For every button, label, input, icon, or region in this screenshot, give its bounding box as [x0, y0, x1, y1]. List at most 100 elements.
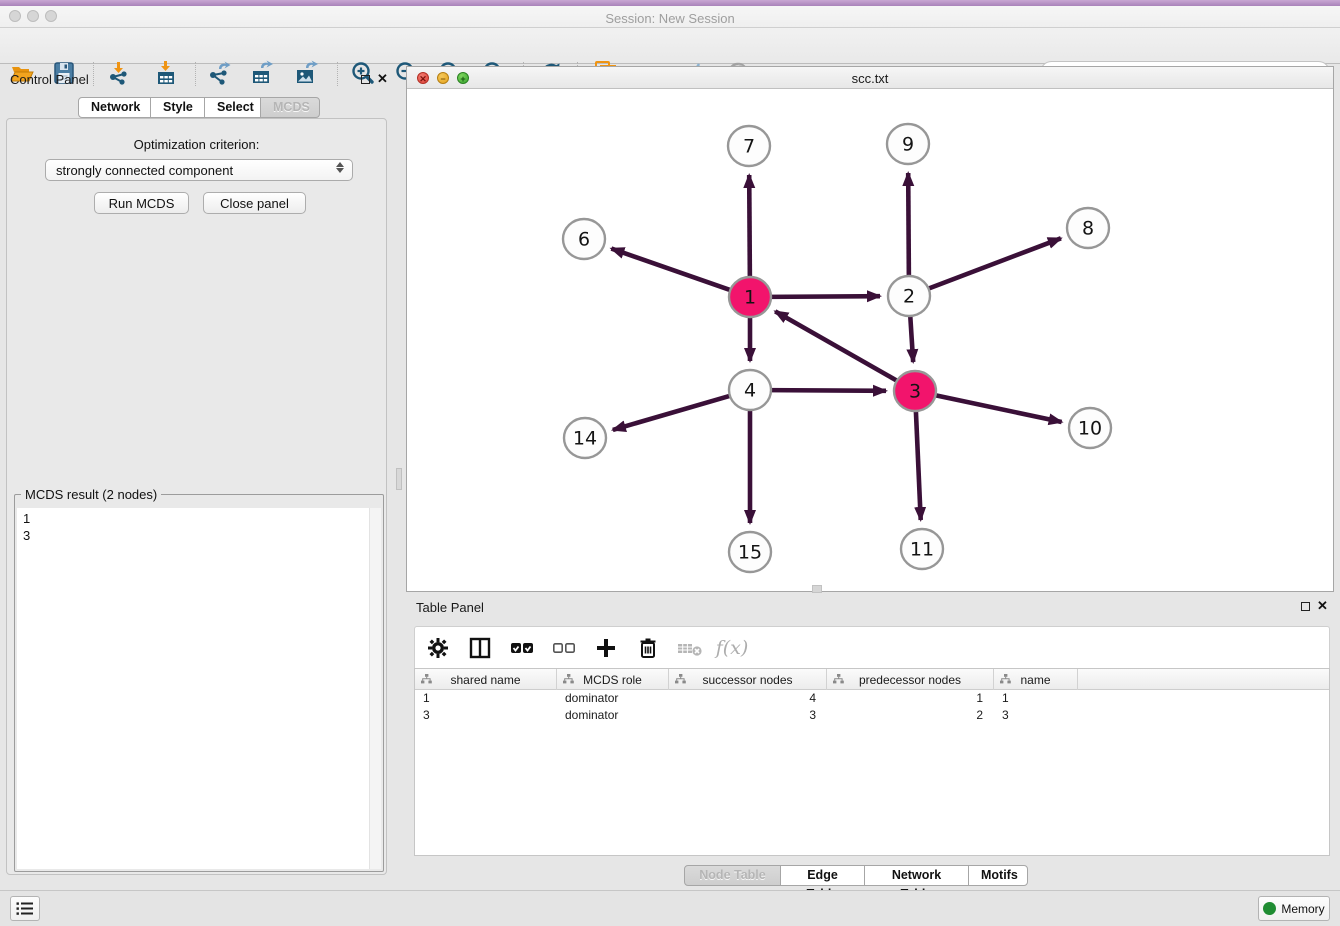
table-cell[interactable]: 4: [669, 690, 827, 707]
memory-label: Memory: [1281, 902, 1324, 916]
network-node[interactable]: 4: [729, 370, 771, 410]
mcds-result-textarea[interactable]: 13: [17, 508, 381, 869]
network-edge[interactable]: [916, 410, 921, 520]
control-panel-tabs: Network Style Select MCDS: [78, 97, 320, 118]
main-toolbar: [0, 28, 1340, 64]
criterion-select[interactable]: strongly connected component: [45, 159, 353, 181]
tab-network[interactable]: Network: [78, 97, 151, 118]
tab-mcds[interactable]: MCDS: [260, 97, 320, 118]
network-edge[interactable]: [927, 238, 1061, 289]
network-edge[interactable]: [775, 311, 898, 381]
table-options-gear-icon[interactable]: [424, 634, 452, 662]
table-row[interactable]: 1dominator411: [415, 690, 1329, 707]
column-header-name[interactable]: name: [994, 669, 1078, 690]
close-panel-button[interactable]: Close panel: [203, 192, 306, 214]
tab-motifs[interactable]: Motifs: [968, 865, 1028, 886]
unselect-all-checks-icon[interactable]: [550, 634, 578, 662]
network-node[interactable]: 7: [728, 126, 770, 166]
table-cell[interactable]: 3: [415, 707, 557, 724]
column-header-shared-name[interactable]: shared name: [415, 669, 557, 690]
node-label: 10: [1078, 418, 1102, 440]
node-label: 14: [573, 428, 597, 450]
table-cell[interactable]: dominator: [557, 707, 669, 724]
horizontal-splitter-grip[interactable]: [812, 585, 822, 593]
export-image-icon[interactable]: [292, 59, 320, 87]
select-all-checks-icon[interactable]: [508, 634, 536, 662]
node-table-rows: 1dominator4113dominator323: [415, 690, 1329, 724]
mcds-result-group: MCDS result (2 nodes) 13: [14, 494, 384, 872]
import-network-icon[interactable]: [105, 59, 133, 87]
network-node[interactable]: 11: [901, 529, 943, 569]
result-scrollbar[interactable]: [369, 508, 381, 869]
network-node[interactable]: 2: [888, 276, 930, 316]
tab-style[interactable]: Style: [150, 97, 205, 118]
toolbar-separator: [337, 62, 338, 86]
network-edge[interactable]: [769, 390, 886, 391]
network-node[interactable]: 8: [1067, 208, 1109, 248]
vertical-splitter-grip[interactable]: [396, 468, 402, 490]
network-node[interactable]: 1: [729, 277, 771, 317]
tab-edge-table[interactable]: Edge Table: [780, 865, 865, 886]
table-cell[interactable]: 3: [669, 707, 827, 724]
table-panel-float-icon[interactable]: [1301, 602, 1310, 611]
control-panel-close-icon[interactable]: ✕: [377, 73, 388, 85]
result-line: 1: [17, 510, 381, 527]
table-cell[interactable]: 2: [827, 707, 994, 724]
network-edge[interactable]: [910, 315, 913, 362]
network-node[interactable]: 14: [564, 418, 606, 458]
node-label: 6: [578, 229, 590, 251]
network-edge[interactable]: [769, 296, 880, 297]
export-network-icon[interactable]: [205, 59, 233, 87]
network-node[interactable]: 15: [729, 532, 771, 572]
network-canvas[interactable]: 7 9 6 8 1 2 4 3 14 10 15 11: [407, 89, 1333, 592]
run-mcds-button[interactable]: Run MCDS: [94, 192, 189, 214]
column-header-predecessor-nodes[interactable]: predecessor nodes: [827, 669, 994, 690]
column-header-MCDS-role[interactable]: MCDS role: [557, 669, 669, 690]
table-cell[interactable]: 1: [994, 690, 1078, 707]
node-label: 15: [738, 542, 762, 564]
network-node[interactable]: 6: [563, 219, 605, 259]
table-toolbar: f(x): [414, 626, 1330, 668]
table-cell[interactable]: 1: [415, 690, 557, 707]
network-node[interactable]: 9: [887, 124, 929, 164]
column-header-label: shared name: [450, 673, 520, 687]
task-history-button[interactable]: [10, 896, 40, 921]
node-label: 11: [910, 539, 934, 561]
network-edge[interactable]: [611, 249, 732, 291]
tab-select[interactable]: Select: [204, 97, 261, 118]
memory-status-icon: [1263, 902, 1276, 915]
list-icon: [16, 901, 34, 916]
result-line: 3: [17, 527, 381, 544]
control-panel-float-icon[interactable]: [361, 75, 370, 84]
node-label: 4: [744, 380, 756, 402]
add-column-icon[interactable]: [592, 634, 620, 662]
memory-button[interactable]: Memory: [1258, 896, 1330, 921]
table-panel-close-icon[interactable]: ✕: [1317, 600, 1328, 612]
node-label: 3: [909, 381, 921, 403]
table-cell[interactable]: 1: [827, 690, 994, 707]
network-window-titlebar[interactable]: ✕ − + scc.txt: [407, 67, 1333, 89]
table-row[interactable]: 3dominator323: [415, 707, 1329, 724]
network-edge[interactable]: [749, 175, 750, 278]
export-table-icon[interactable]: [248, 59, 276, 87]
column-header-label: successor nodes: [702, 673, 792, 687]
import-table-icon[interactable]: [152, 59, 180, 87]
delete-column-icon[interactable]: [634, 634, 662, 662]
network-edge[interactable]: [908, 173, 909, 277]
tab-node-table[interactable]: Node Table: [684, 865, 781, 886]
node-label: 1: [744, 287, 756, 309]
network-node[interactable]: 3: [894, 371, 936, 411]
network-edge[interactable]: [934, 395, 1062, 422]
table-cell[interactable]: dominator: [557, 690, 669, 707]
window-title: Session: New Session: [0, 11, 1340, 26]
network-edge[interactable]: [613, 395, 732, 430]
toolbar-separator: [93, 62, 94, 86]
tab-network-table[interactable]: Network Table: [864, 865, 969, 886]
table-cell[interactable]: 3: [994, 707, 1078, 724]
show-column-icon[interactable]: [466, 634, 494, 662]
column-header-label: predecessor nodes: [859, 673, 961, 687]
network-node[interactable]: 10: [1069, 408, 1111, 448]
network-window-title: scc.txt: [407, 71, 1333, 86]
node-table[interactable]: shared name MCDS role successor nodes prede…: [414, 668, 1330, 856]
column-header-successor-nodes[interactable]: successor nodes: [669, 669, 827, 690]
